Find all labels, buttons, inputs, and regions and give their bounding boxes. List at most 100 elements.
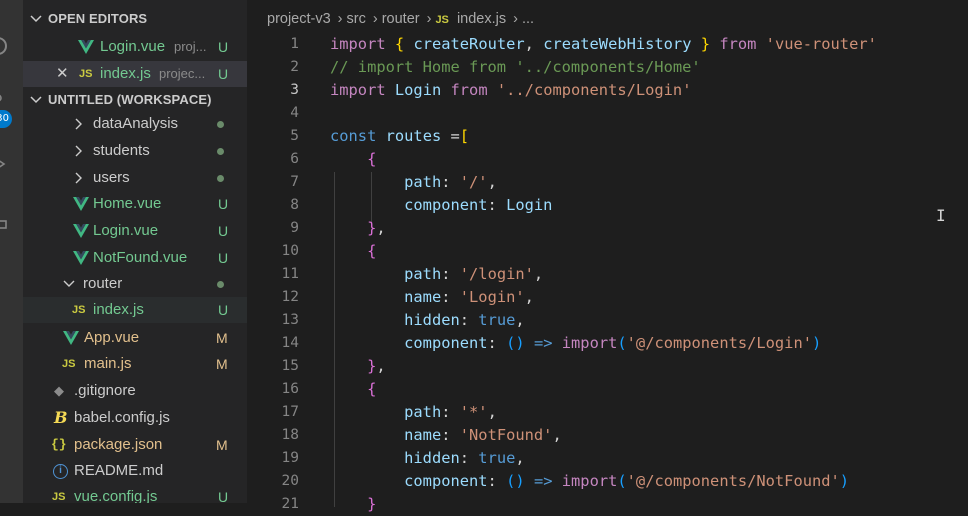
code-text: name: 'NotFound', [404,426,562,444]
code-text: const routes =[ [330,127,470,145]
open-editors-header[interactable]: OPEN EDITORS [23,8,247,30]
chevron-down-icon [63,280,75,287]
code-line[interactable]: 18 name: 'NotFound', [247,424,968,447]
status-dot [217,175,224,182]
explorer-sidebar: OPEN EDITORS Login.vue proj... U ✕ JS in… [23,0,247,503]
code-text: path: '/login', [404,265,544,283]
code-line[interactable]: 9 }, [247,217,968,240]
code-text: // import Home from '../components/Home' [330,58,701,76]
line-number: 5 [290,128,299,144]
breadcrumb-item[interactable]: index.js [457,11,506,27]
status-dot [217,121,224,128]
file-package-json[interactable]: {} package.json M [23,432,247,458]
file-login-vue[interactable]: Login.vue U [23,218,247,244]
vue-file-icon [63,325,79,351]
file-readme[interactable]: i README.md [23,458,247,484]
code-line[interactable]: 14 component: () => import('@/components… [247,332,968,355]
file-router-index-js[interactable]: JS index.js U [23,297,247,323]
code-text: import { createRouter, createWebHistory … [330,35,877,53]
line-number: 21 [281,496,299,512]
code-text: { [367,380,377,398]
babel-file-icon: B [54,408,68,427]
code-line[interactable]: 3 import Login from '../components/Login' [247,79,968,102]
line-number: 6 [290,151,299,167]
status-dot [217,281,224,288]
status-dot [217,148,224,155]
close-icon[interactable]: ✕ [56,61,69,87]
chevron-down-icon [30,96,42,104]
line-number: 19 [281,450,299,466]
breadcrumb-item[interactable]: src [347,11,366,27]
extensions-icon[interactable] [0,208,10,232]
code-line[interactable]: 4 [247,102,968,125]
line-number: 13 [281,312,299,328]
code-text: component: () => import('@/components/Lo… [404,334,822,352]
folder-router[interactable]: router [23,271,247,297]
code-line[interactable]: 15 }, [247,355,968,378]
vue-file-icon [73,218,89,244]
line-number: 18 [281,427,299,443]
code-text: name: 'Login', [404,288,534,306]
line-number: 14 [281,335,299,351]
line-number: 7 [290,174,299,190]
code-line[interactable]: 20 component: () => import('@/components… [247,470,968,493]
folder-users[interactable]: users [23,165,247,191]
code-text: component: Login [404,196,553,214]
js-file-icon: JS [79,68,93,80]
file-vue-config[interactable]: JS vue.config.js U [23,484,247,503]
code-text: import Login from '../components/Login' [330,81,692,99]
code-line[interactable]: 7 path: '/', [247,171,968,194]
code-line[interactable]: 19 hidden: true, [247,447,968,470]
source-control-badge: 30 [0,110,12,128]
code-text: component: () => import('@/components/No… [404,472,850,490]
breadcrumb-item[interactable]: project-v3 [267,11,331,27]
code-editor[interactable]: project-v3 › src › router › JS index.js ›... 1i… [247,0,968,513]
folder-data-analysis[interactable]: dataAnalysis [23,111,247,137]
chevron-right-icon [75,145,82,157]
text-cursor-icon: I [936,206,946,225]
vue-file-icon [73,191,89,217]
open-editor-item-index-js[interactable]: ✕ JS index.js projec... U [23,61,247,87]
file-notfound-vue[interactable]: NotFound.vue U [23,245,247,271]
breadcrumb-item[interactable]: router [382,11,420,27]
open-editor-item-login-vue[interactable]: Login.vue proj... U [23,34,247,60]
line-number: 17 [281,404,299,420]
workspace-header[interactable]: UNTITLED (WORKSPACE) [23,89,247,111]
chevron-right-icon: › [337,11,343,27]
json-file-icon: {} [51,437,67,452]
breadcrumb-item[interactable]: ... [522,11,534,27]
file-home-vue[interactable]: Home.vue U [23,191,247,217]
code-line[interactable]: 16 { [247,378,968,401]
code-line[interactable]: 21 } [247,493,968,516]
line-number: 12 [281,289,299,305]
code-line[interactable]: 1 import { createRouter, createWebHistory… [247,33,968,56]
line-number: 1 [290,36,299,52]
activity-bar: 30 [0,0,23,503]
code-line[interactable]: 11 path: '/login', [247,263,968,286]
file-babel-config[interactable]: B babel.config.js [23,405,247,431]
code-line[interactable]: 10 { [247,240,968,263]
line-number: 9 [290,220,299,236]
js-file-icon: JS [72,304,86,316]
code-line[interactable]: 8 component: Login [247,194,968,217]
run-debug-icon[interactable] [0,152,10,176]
file-app-vue[interactable]: App.vue M [23,325,247,351]
code-line[interactable]: 5 const routes =[ [247,125,968,148]
folder-students[interactable]: students [23,138,247,164]
code-line[interactable]: 17 path: '*', [247,401,968,424]
code-line[interactable]: 13 hidden: true, [247,309,968,332]
code-line[interactable]: 12 name: 'Login', [247,286,968,309]
file-main-js[interactable]: JS main.js M [23,351,247,377]
code-text: }, [367,219,386,237]
code-text: { [367,150,377,168]
line-number: 15 [281,358,299,374]
search-icon[interactable] [0,34,10,58]
code-text: } [367,495,377,513]
code-text: }, [367,357,386,375]
line-number: 11 [281,266,299,282]
code-line[interactable]: 6 { [247,148,968,171]
code-line[interactable]: 2 // import Home from '../components/Home… [247,56,968,79]
vue-file-icon [78,34,94,60]
file-gitignore[interactable]: ◆ .gitignore [23,378,247,404]
js-file-icon: JS [435,14,449,26]
